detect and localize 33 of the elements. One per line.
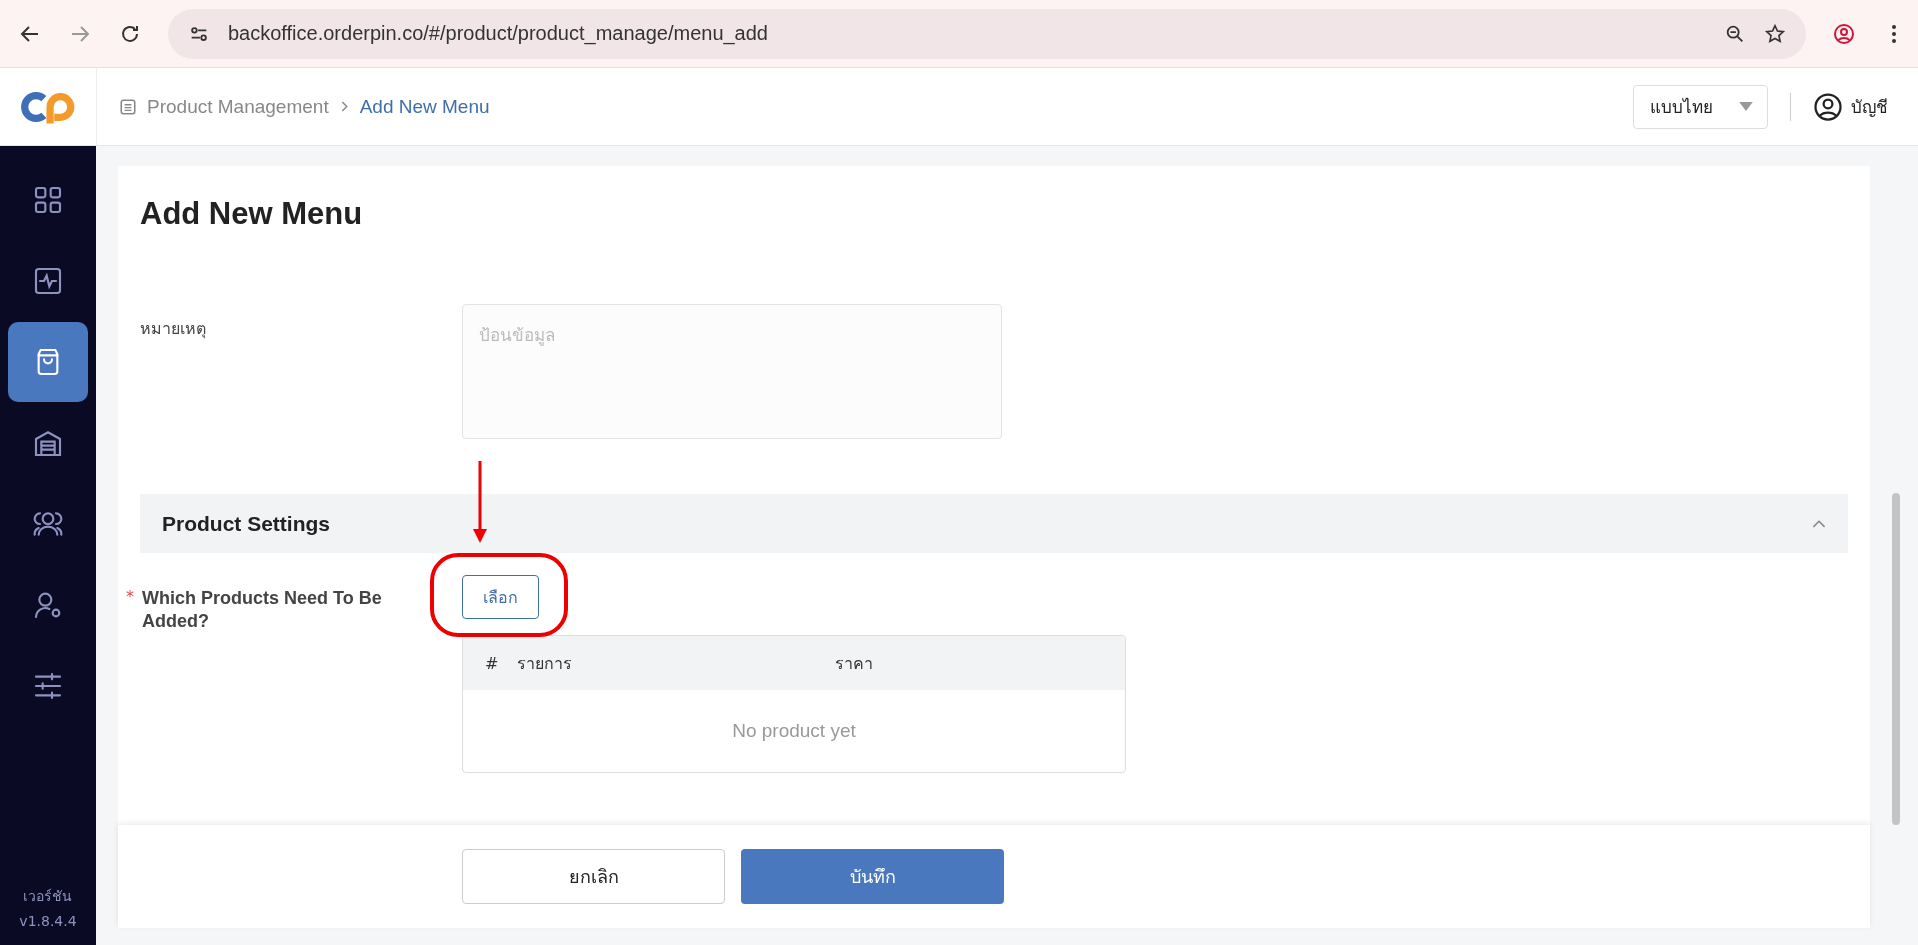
- sidebar-item[interactable]: [8, 322, 88, 402]
- profile-icon[interactable]: [1832, 21, 1856, 46]
- section-header[interactable]: Product Settings: [140, 494, 1848, 553]
- field-label: Which Products Need To Be Added?: [142, 587, 383, 634]
- save-button[interactable]: บันทึก: [741, 849, 1004, 904]
- note-field[interactable]: ป้อนข้อมูล: [462, 304, 1002, 439]
- column-header: รายการ: [517, 652, 573, 675]
- cancel-button[interactable]: ยกเลิก: [462, 849, 725, 904]
- section-title: Product Settings: [162, 511, 330, 536]
- scrollbar[interactable]: [1892, 493, 1900, 825]
- grid-icon: [32, 184, 64, 216]
- address-bar[interactable]: backoffice.orderpin.co/#/product/product_manage/menu_add: [168, 8, 1806, 59]
- version-number: v1.8.4.4: [19, 913, 77, 929]
- list-icon: [119, 97, 137, 116]
- user-icon[interactable]: [1813, 91, 1843, 122]
- column-header: ราคา: [835, 652, 873, 675]
- breadcrumb-link[interactable]: Add New Menu: [359, 95, 490, 118]
- url-text: backoffice.orderpin.co/#/product/product_manage/menu_add: [228, 22, 768, 45]
- field-label: หมายเหตุ: [140, 318, 207, 341]
- page-title: Add New Menu: [140, 196, 364, 232]
- empty-message: No product yet: [732, 720, 856, 742]
- column-header: #: [485, 653, 500, 673]
- version-label: เวอร์ชัน: [23, 887, 73, 906]
- select-button[interactable]: เลือก: [462, 575, 539, 619]
- star-icon[interactable]: [1764, 22, 1786, 45]
- account-link[interactable]: บัญชี: [1851, 93, 1888, 120]
- breadcrumb-link[interactable]: Product Management: [147, 95, 329, 118]
- required-asterisk: *: [126, 587, 134, 608]
- chevron-up-icon[interactable]: [1812, 519, 1826, 528]
- pulse-icon: [32, 265, 64, 297]
- sliders-icon: [32, 670, 64, 702]
- caret-icon: [1739, 102, 1753, 111]
- language-select[interactable]: แบบไทย: [1633, 84, 1768, 129]
